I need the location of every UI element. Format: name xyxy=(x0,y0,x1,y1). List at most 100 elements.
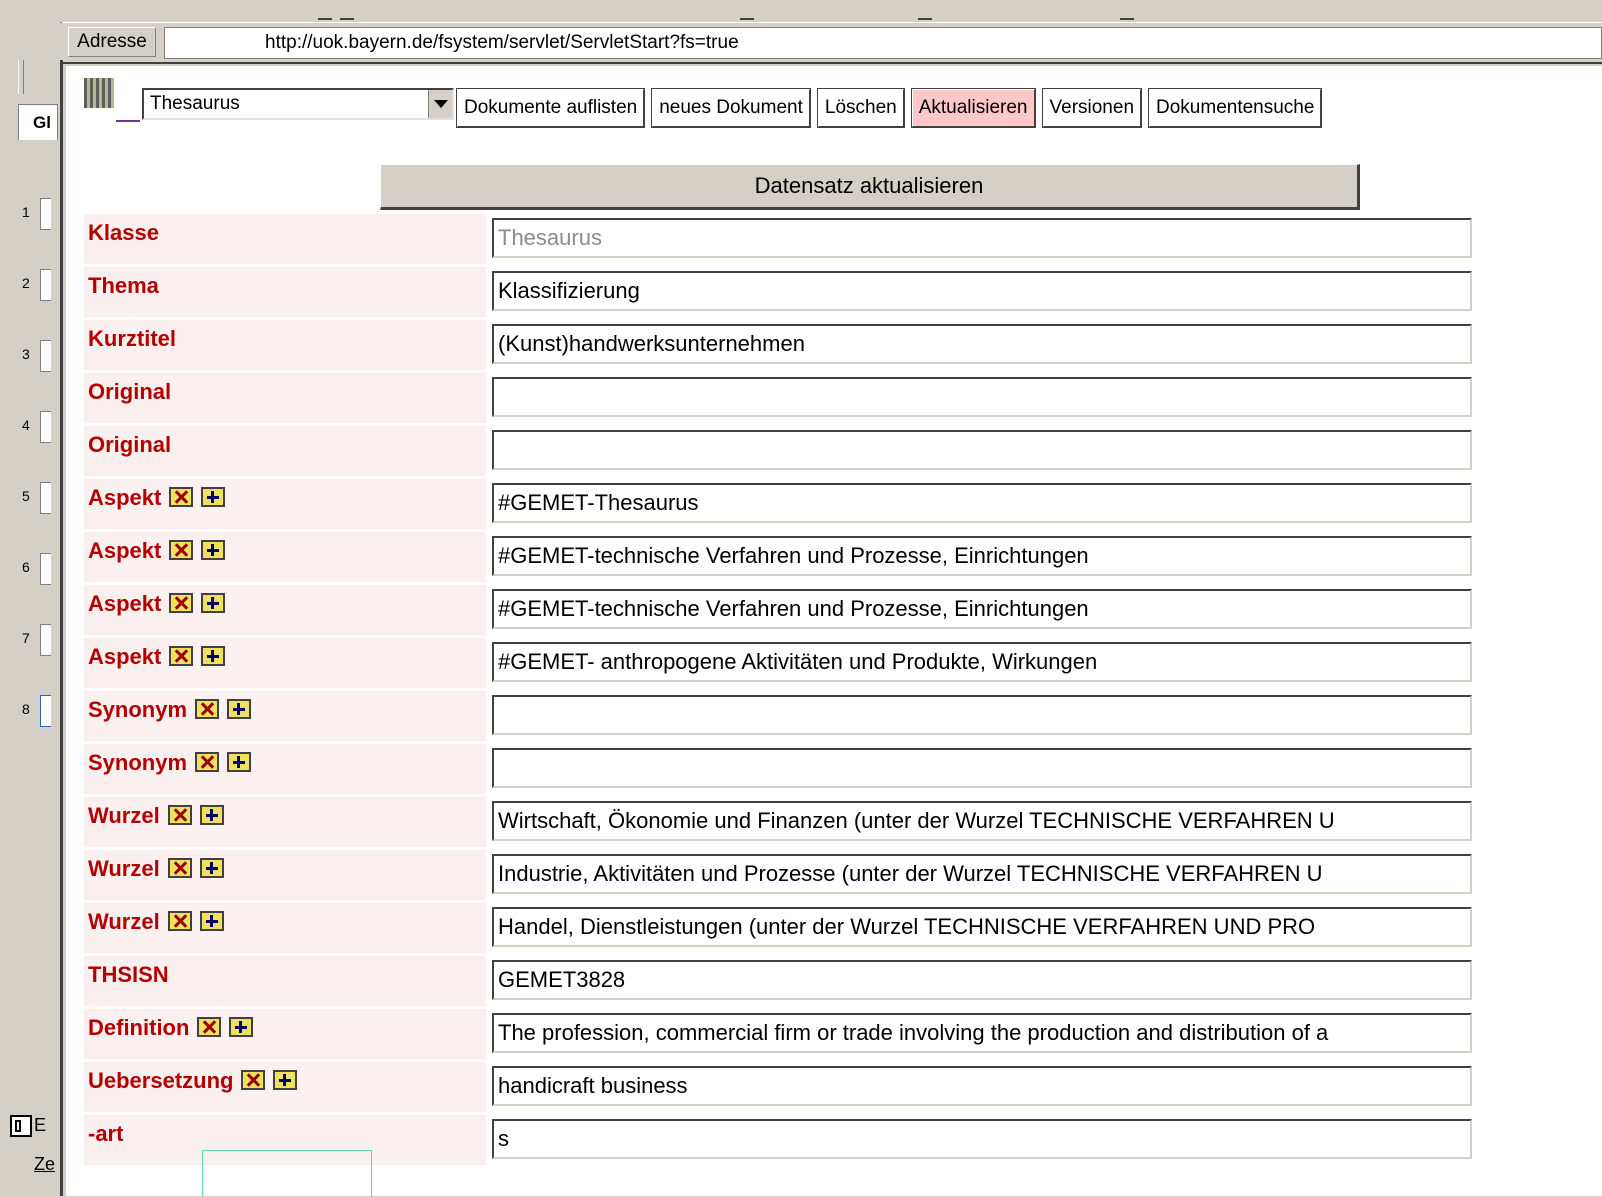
form-row: Thema Klassifizierung xyxy=(84,267,1474,320)
address-input[interactable]: http://uok.bayern.de/fsystem/servlet/Ser… xyxy=(164,27,1602,59)
field-input[interactable] xyxy=(492,377,1472,417)
field-input[interactable]: #GEMET-technische Verfahren und Prozesse… xyxy=(492,536,1472,576)
add-plus-icon[interactable] xyxy=(229,1017,254,1037)
field-input: Thesaurus xyxy=(492,218,1472,258)
toolbar-button-1[interactable]: neues Dokument xyxy=(651,88,811,128)
toolbar-grip xyxy=(918,2,932,20)
delete-x-icon[interactable] xyxy=(195,699,220,719)
focus-outline xyxy=(202,1150,372,1197)
add-plus-icon[interactable] xyxy=(199,805,224,825)
left-panel-item[interactable] xyxy=(40,411,51,443)
field-input[interactable]: handicraft business xyxy=(492,1066,1472,1106)
field-label: THSISN xyxy=(88,962,169,987)
field-input[interactable]: #GEMET-technische Verfahren und Prozesse… xyxy=(492,589,1472,629)
toolbar-button-2[interactable]: Löschen xyxy=(816,88,905,128)
chevron-down-icon[interactable] xyxy=(428,90,452,118)
field-input[interactable] xyxy=(492,430,1472,470)
field-label: -art xyxy=(88,1121,124,1146)
delete-x-icon[interactable] xyxy=(169,646,194,666)
left-panel-item[interactable] xyxy=(40,482,51,514)
field-input[interactable]: The profession, commercial firm or trade… xyxy=(492,1013,1472,1053)
field-label-cell: Thema xyxy=(84,267,486,317)
field-label: Original xyxy=(88,432,172,457)
field-input[interactable]: s xyxy=(492,1119,1472,1159)
field-label: Aspekt xyxy=(88,538,162,563)
field-input[interactable]: Klassifizierung xyxy=(492,271,1472,311)
class-select[interactable]: Thesaurus xyxy=(142,88,454,120)
field-label-cell: Original xyxy=(84,373,486,423)
field-input[interactable] xyxy=(492,748,1472,788)
left-panel-tab[interactable]: Gl xyxy=(18,104,58,140)
field-label: Wurzel xyxy=(88,909,160,934)
field-label: Synonym xyxy=(88,697,188,722)
left-panel-item[interactable] xyxy=(40,553,51,585)
field-input[interactable]: GEMET3828 xyxy=(492,960,1472,1000)
content-page: Thesaurus Dokumente auflisten neues Dokum… xyxy=(66,66,1602,1197)
add-plus-icon[interactable] xyxy=(227,699,252,719)
left-panel-item[interactable] xyxy=(40,269,51,301)
frame-layout-icon[interactable] xyxy=(10,1115,32,1137)
delete-x-icon[interactable] xyxy=(241,1070,266,1090)
field-label-cell: Wurzel xyxy=(84,797,486,847)
field-input[interactable]: (Kunst)handwerksunternehmen xyxy=(492,324,1472,364)
add-plus-icon[interactable] xyxy=(199,911,224,931)
field-input[interactable]: #GEMET-Thesaurus xyxy=(492,483,1472,523)
left-panel-item[interactable] xyxy=(40,695,51,727)
field-label-cell: Aspekt xyxy=(84,585,486,635)
toolbar-button-5[interactable]: Dokumentensuche xyxy=(1148,88,1323,128)
delete-x-icon[interactable] xyxy=(197,1017,222,1037)
field-label: Aspekt xyxy=(88,485,162,510)
add-plus-icon[interactable] xyxy=(227,752,252,772)
left-panel-item[interactable] xyxy=(40,198,51,230)
left-panel-number: 3 xyxy=(22,346,30,362)
field-label-cell: Aspekt xyxy=(84,638,486,688)
toolbar-button-4[interactable]: Versionen xyxy=(1041,88,1143,128)
delete-x-icon[interactable] xyxy=(167,805,192,825)
toolbar-grip xyxy=(1120,2,1134,20)
field-label-cell: Wurzel xyxy=(84,903,486,953)
field-input[interactable]: #GEMET- anthropogene Aktivitäten und Pro… xyxy=(492,642,1472,682)
form-row: THSISN GEMET3828 xyxy=(84,956,1474,1009)
field-input[interactable]: Handel, Dienstleistungen (unter der Wurz… xyxy=(492,907,1472,947)
delete-x-icon[interactable] xyxy=(195,752,220,772)
delete-x-icon[interactable] xyxy=(169,540,194,560)
form-row: Definition The profession, commercial fir… xyxy=(84,1009,1474,1062)
form-row: Synonym xyxy=(84,744,1474,797)
field-label: Original xyxy=(88,379,172,404)
field-input[interactable]: Wirtschaft, Ökonomie und Finanzen (unter… xyxy=(492,801,1472,841)
left-panel-number: 8 xyxy=(22,701,30,717)
add-plus-icon[interactable] xyxy=(273,1070,298,1090)
update-record-button[interactable]: Datensatz aktualisieren xyxy=(380,164,1360,210)
class-select-value: Thesaurus xyxy=(150,93,240,114)
field-label: Synonym xyxy=(88,750,188,775)
left-panel-item[interactable] xyxy=(40,340,51,372)
delete-x-icon[interactable] xyxy=(169,487,194,507)
panel-grip[interactable] xyxy=(18,60,24,94)
bottom-label-ze[interactable]: Ze xyxy=(34,1154,55,1175)
field-label-cell: Original xyxy=(84,426,486,476)
field-label-cell: Kurztitel xyxy=(84,320,486,370)
delete-x-icon[interactable] xyxy=(167,911,192,931)
add-plus-icon[interactable] xyxy=(201,646,226,666)
toolbar-grip xyxy=(318,2,332,20)
left-panel-number: 2 xyxy=(22,275,30,291)
field-input[interactable] xyxy=(492,695,1472,735)
field-input[interactable]: Industrie, Aktivitäten und Prozesse (unt… xyxy=(492,854,1472,894)
left-panel-number: 1 xyxy=(22,204,30,220)
toolbar-grip xyxy=(740,2,754,20)
add-plus-icon[interactable] xyxy=(201,487,226,507)
add-plus-icon[interactable] xyxy=(199,858,224,878)
field-label: Klasse xyxy=(88,220,159,245)
field-label: Wurzel xyxy=(88,803,160,828)
toolbar-button-3[interactable]: Aktualisieren xyxy=(910,88,1036,128)
field-label: Thema xyxy=(88,273,159,298)
form-row: Uebersetzung handicraft business xyxy=(84,1062,1474,1115)
form-row: Aspekt #GEMET- anthropogene Aktivitäten u… xyxy=(84,638,1474,691)
delete-x-icon[interactable] xyxy=(169,593,194,613)
add-plus-icon[interactable] xyxy=(201,593,226,613)
left-panel-item[interactable] xyxy=(40,624,51,656)
toolbar-button-0[interactable]: Dokumente auflisten xyxy=(456,88,646,128)
delete-x-icon[interactable] xyxy=(167,858,192,878)
add-plus-icon[interactable] xyxy=(201,540,226,560)
field-label-cell: Aspekt xyxy=(84,479,486,529)
